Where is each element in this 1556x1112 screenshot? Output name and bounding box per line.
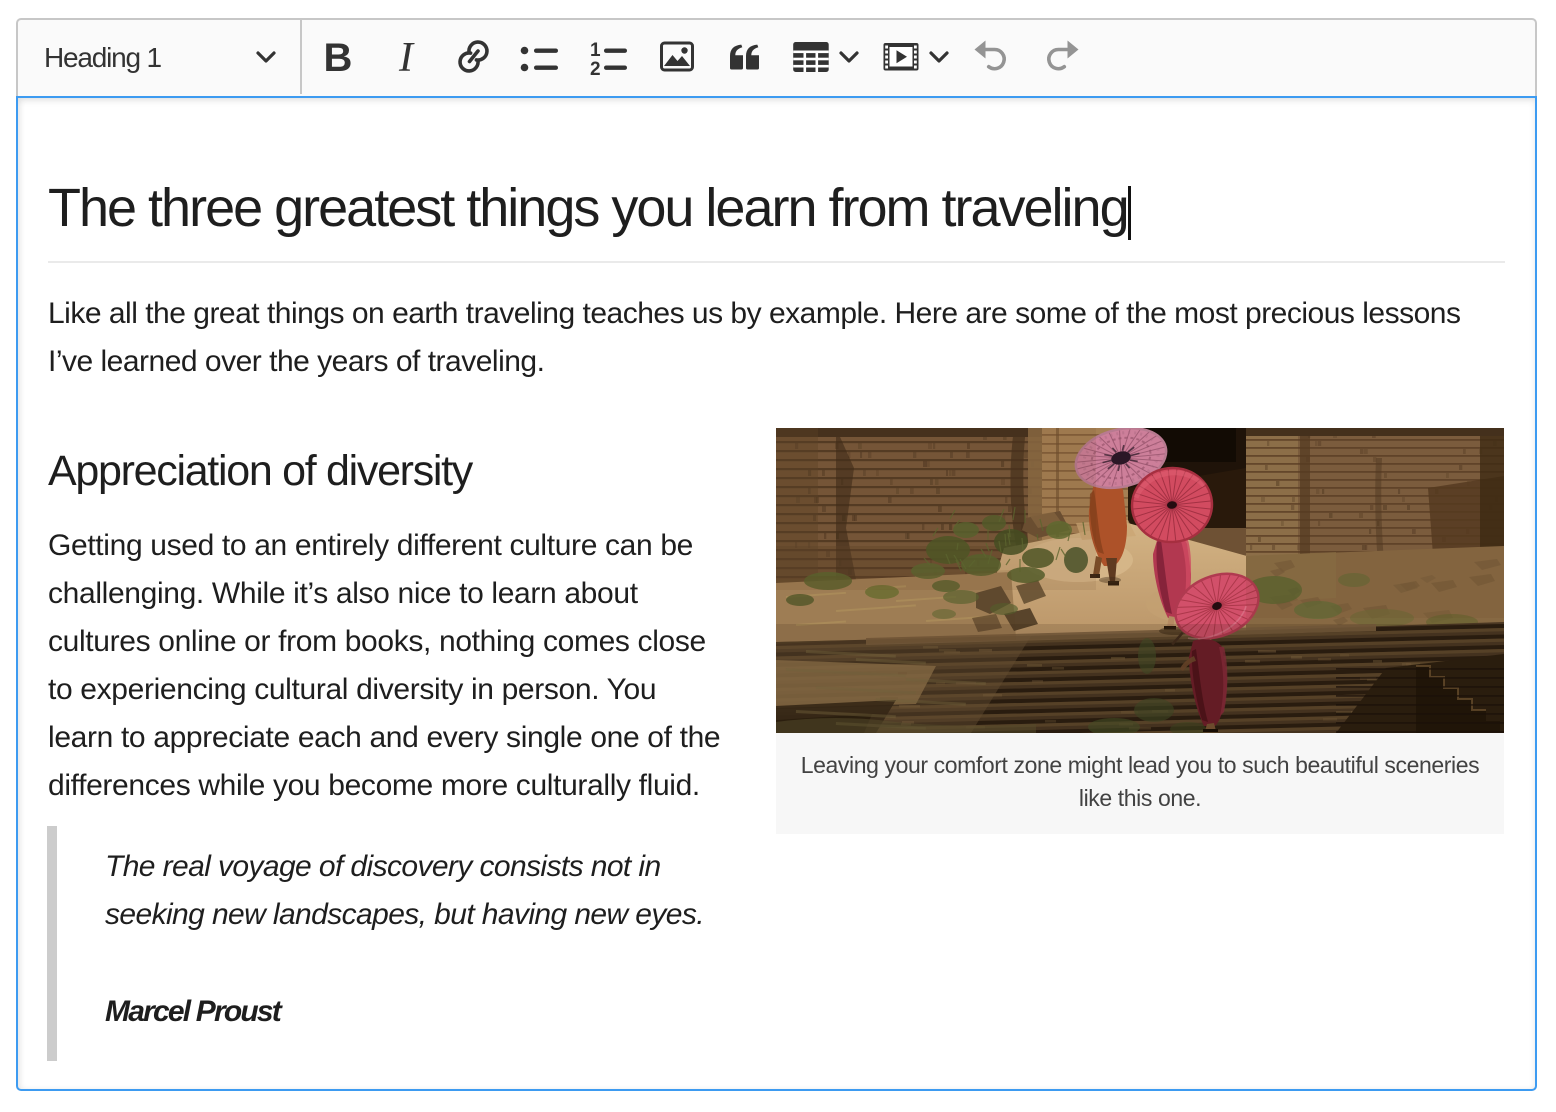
svg-text:2: 2 — [590, 59, 601, 79]
svg-text:B: B — [324, 36, 353, 79]
svg-text:I: I — [398, 35, 415, 79]
svg-text:1: 1 — [590, 40, 601, 61]
